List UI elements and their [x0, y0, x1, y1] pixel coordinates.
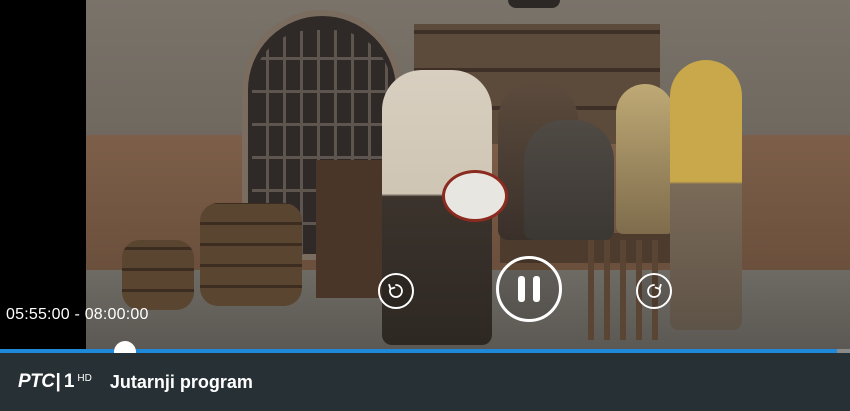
- scene-person: [670, 60, 742, 330]
- forward-icon: [647, 283, 662, 298]
- rewind-icon: [388, 283, 403, 298]
- scene-barrel: [200, 203, 302, 306]
- logo-text: PTC: [18, 371, 55, 392]
- logo-number: 1: [63, 371, 75, 392]
- rewind-button[interactable]: [378, 273, 414, 309]
- info-bar: PTC | 1 HD Jutarnji program: [0, 353, 850, 411]
- pause-button[interactable]: [496, 256, 562, 322]
- scene-drum: [442, 170, 508, 222]
- video-player[interactable]: 05:55:00 - 08:00:00 PTC | 1 HD Jutarnji …: [0, 0, 850, 411]
- logo-separator: |: [55, 371, 61, 392]
- pause-icon: [518, 276, 540, 302]
- scene-person: [616, 84, 674, 234]
- scene-lamp: [508, 0, 560, 8]
- forward-button[interactable]: [636, 273, 672, 309]
- program-title: Jutarnji program: [109, 371, 253, 392]
- channel-logo: PTC | 1 HD: [18, 371, 92, 393]
- video-frame[interactable]: [0, 0, 850, 352]
- time-range: 05:55:00 - 08:00:00: [6, 306, 149, 323]
- logo-hd-badge: HD: [77, 373, 92, 384]
- scene-barrel: [122, 240, 194, 310]
- scene-person: [524, 120, 614, 240]
- letterbox-bar: [0, 0, 86, 352]
